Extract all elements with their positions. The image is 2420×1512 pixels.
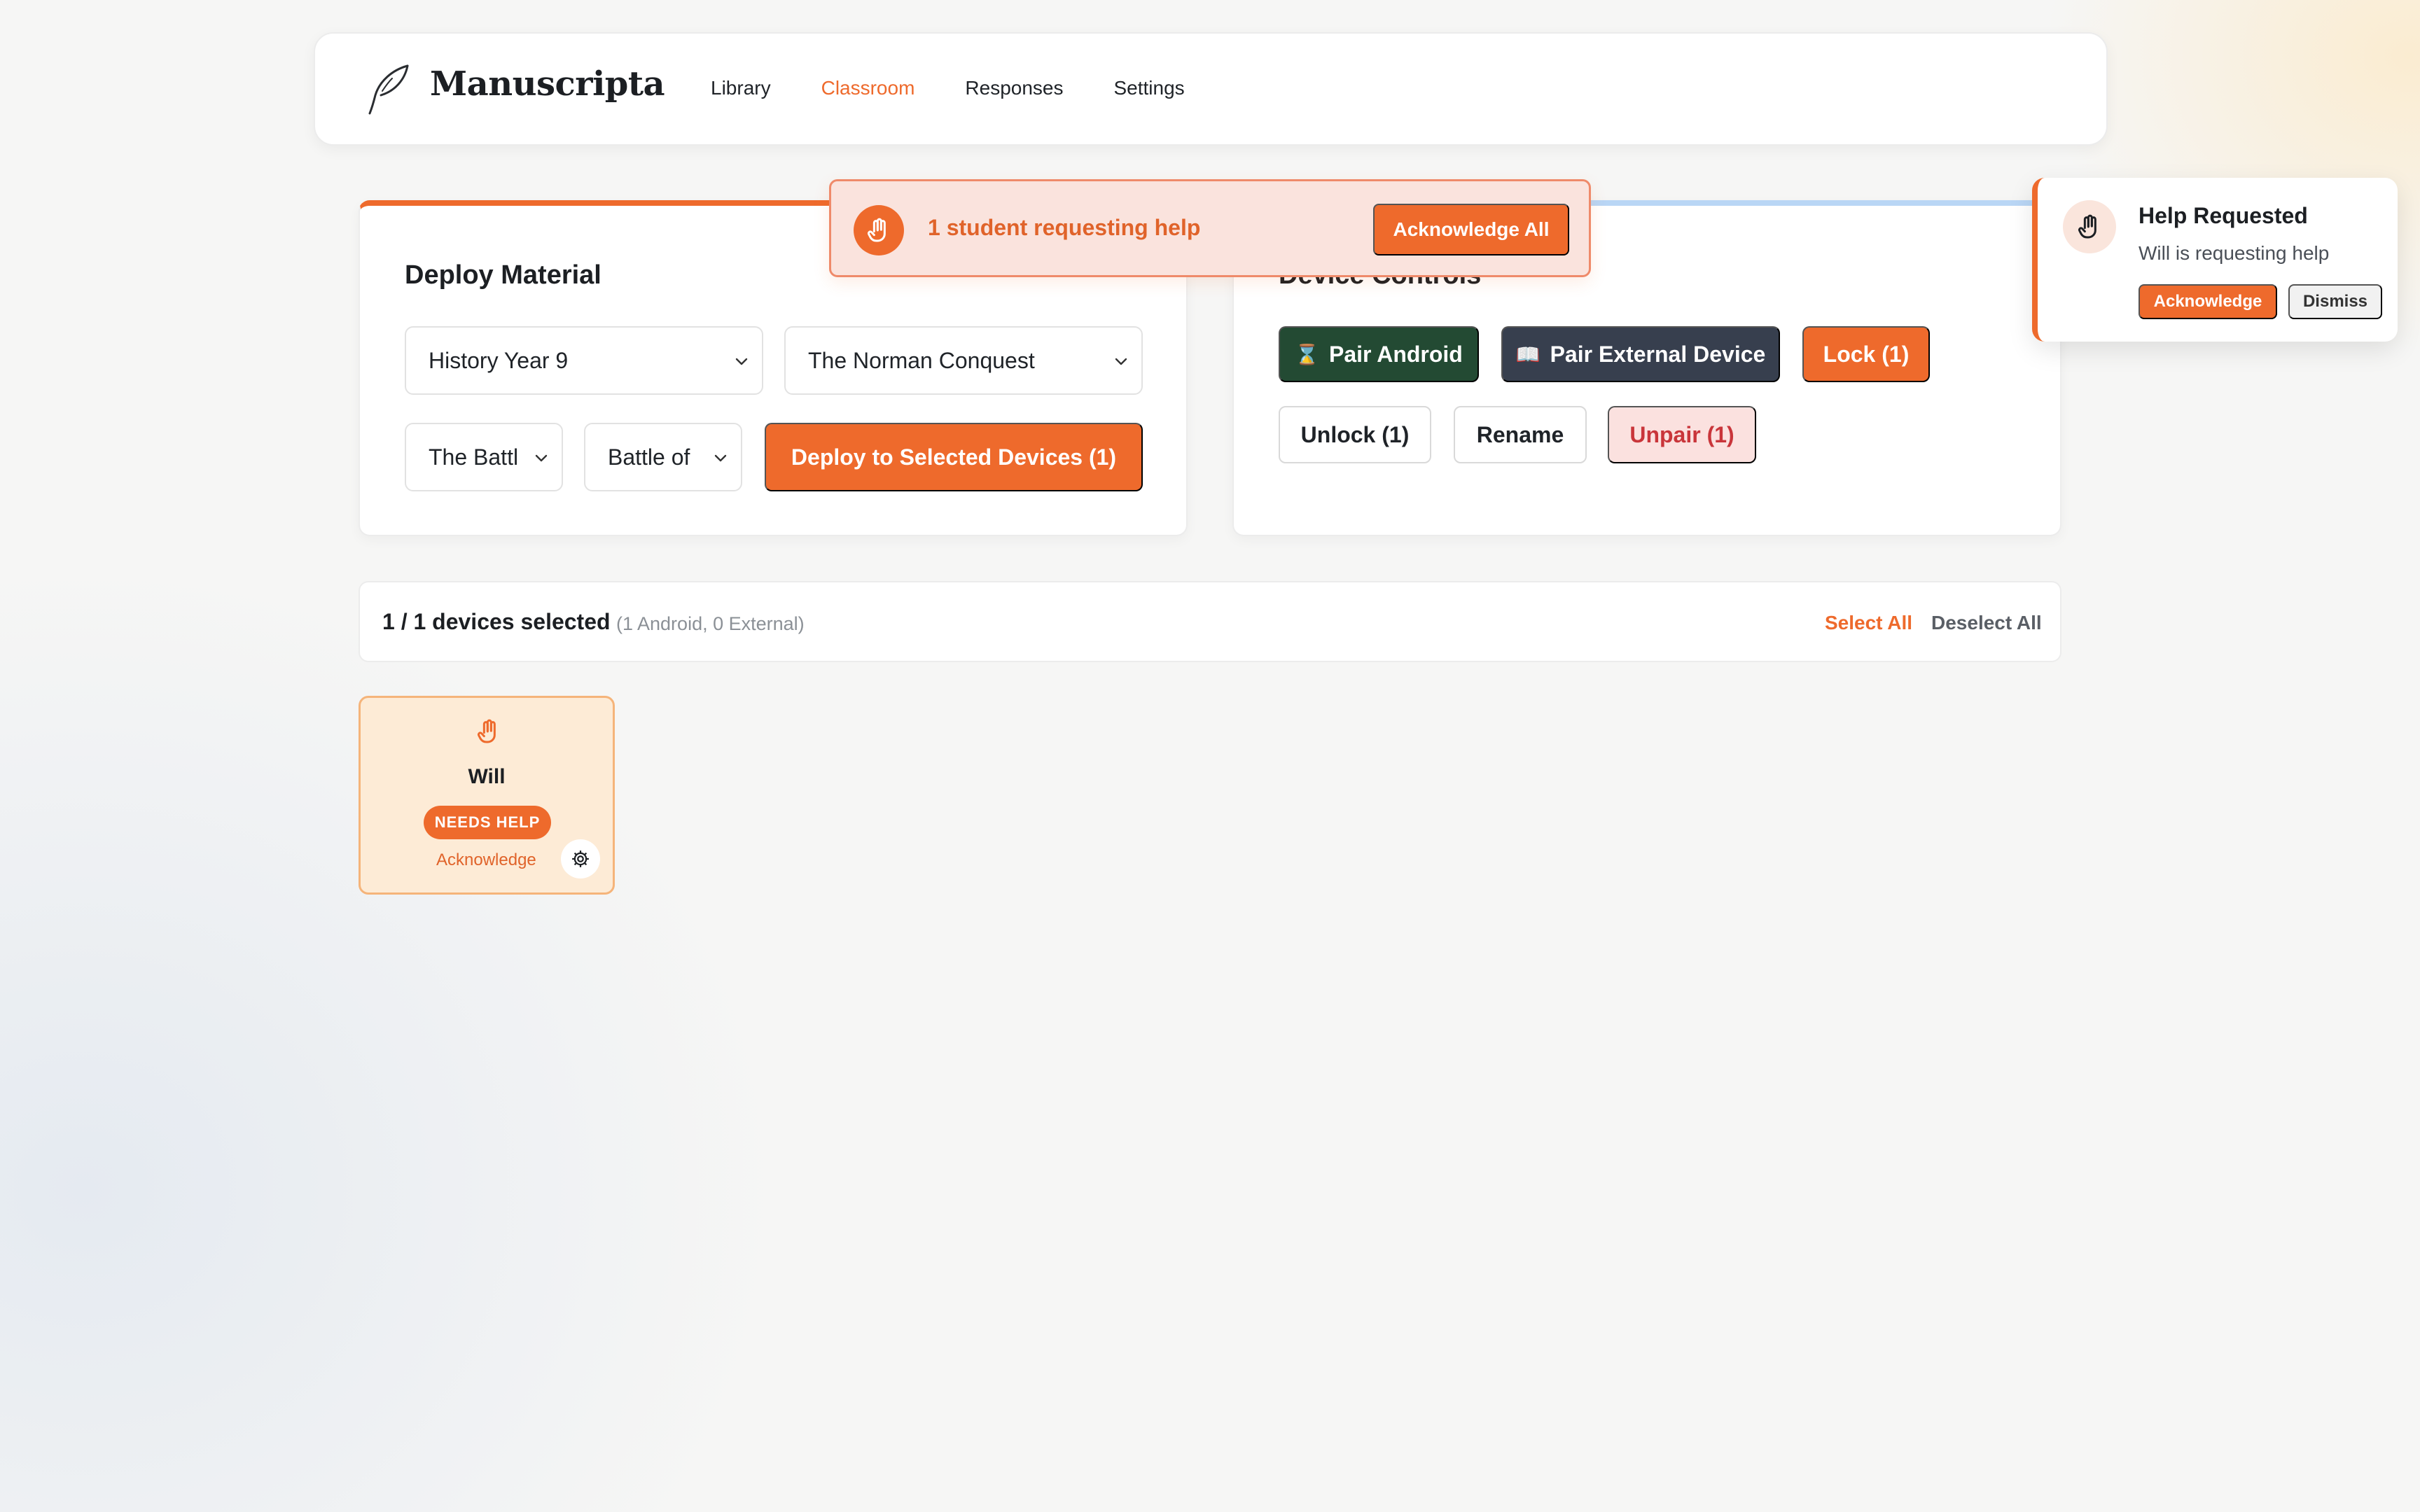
gear-icon — [572, 850, 589, 867]
unit-select[interactable]: The Norman Conquest — [784, 326, 1143, 395]
pair-android-label: Pair Android — [1329, 341, 1463, 367]
lock-button[interactable]: Lock (1) — [1802, 326, 1930, 382]
pair-android-button[interactable]: ⌛ Pair Android — [1279, 326, 1479, 382]
help-requested-toast: Help Requested Will is requesting help A… — [2032, 178, 2398, 342]
deploy-material-title: Deploy Material — [405, 260, 601, 290]
selected-breakdown: (1 Android, 0 External) — [616, 613, 805, 634]
device-acknowledge-link[interactable]: Acknowledge — [436, 850, 536, 870]
toast-acknowledge-button[interactable]: Acknowledge — [2139, 284, 2277, 319]
device-selection-bar: 1 / 1 devices selected (1 Android, 0 Ext… — [359, 581, 2061, 662]
device-card-will[interactable]: Will NEEDS HELP Acknowledge — [359, 696, 615, 895]
quill-logo-icon — [368, 64, 409, 115]
acknowledge-all-button[interactable]: Acknowledge All — [1373, 204, 1569, 255]
unlock-button[interactable]: Unlock (1) — [1279, 406, 1431, 463]
pair-external-label: Pair External Device — [1550, 341, 1766, 367]
toast-dismiss-button[interactable]: Dismiss — [2288, 284, 2382, 319]
hourglass-icon: ⌛ — [1295, 343, 1320, 365]
help-request-banner: 1 student requesting help Acknowledge Al… — [829, 179, 1591, 277]
nav-library[interactable]: Library — [711, 77, 771, 99]
main-nav: Library Classroom Responses Settings — [711, 77, 1185, 99]
hand-icon — [477, 719, 496, 743]
book-icon: 📖 — [1515, 343, 1541, 365]
rename-button[interactable]: Rename — [1454, 406, 1587, 463]
course-select[interactable]: History Year 9 — [405, 326, 763, 395]
unpair-button[interactable]: Unpair (1) — [1608, 406, 1756, 463]
course-select-value: History Year 9 — [429, 347, 569, 373]
device-settings-button[interactable] — [561, 839, 600, 878]
brand-name: Manuscripta — [430, 64, 665, 104]
device-name: Will — [468, 765, 506, 788]
help-banner-text: 1 student requesting help — [928, 215, 1201, 240]
chevron-down-icon — [1115, 358, 1127, 365]
deselect-all-link[interactable]: Deselect All — [1931, 612, 2042, 634]
material-select-value: Battle of — [608, 444, 690, 470]
lesson-select[interactable]: The Battl — [405, 423, 563, 491]
deploy-button[interactable]: Deploy to Selected Devices (1) — [765, 423, 1143, 491]
hand-icon — [2063, 200, 2116, 253]
toast-message: Will is requesting help — [2139, 242, 2330, 264]
chevron-down-icon — [735, 358, 748, 365]
top-navigation-bar: Manuscripta Library Classroom Responses … — [314, 32, 2108, 146]
toast-title: Help Requested — [2139, 203, 2308, 228]
hand-icon — [854, 205, 904, 255]
needs-help-badge: NEEDS HELP — [424, 806, 551, 839]
nav-classroom[interactable]: Classroom — [821, 77, 915, 99]
pair-external-device-button[interactable]: 📖 Pair External Device — [1501, 326, 1780, 382]
selected-count: 1 / 1 devices selected — [382, 609, 611, 634]
chevron-down-icon — [535, 454, 548, 462]
nav-responses[interactable]: Responses — [965, 77, 1063, 99]
select-all-link[interactable]: Select All — [1825, 612, 1912, 634]
nav-settings[interactable]: Settings — [1114, 77, 1185, 99]
chevron-down-icon — [714, 454, 727, 462]
unit-select-value: The Norman Conquest — [808, 347, 1035, 373]
material-select[interactable]: Battle of — [584, 423, 742, 491]
